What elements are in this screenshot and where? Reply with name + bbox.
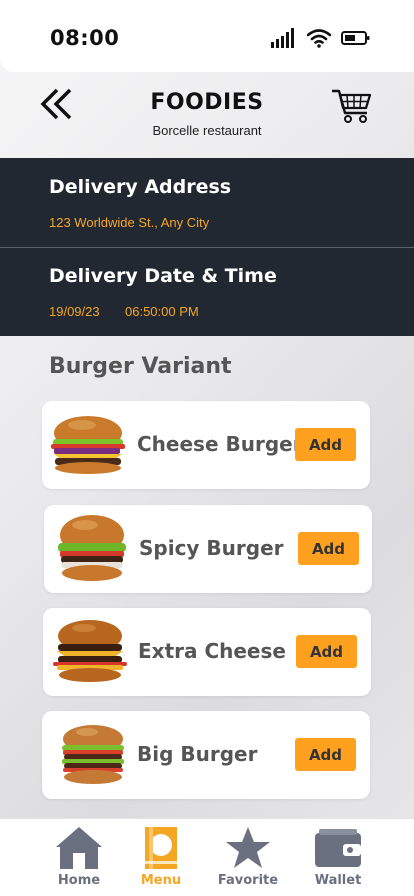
item-name: Spicy Burger <box>139 536 284 560</box>
tab-wallet[interactable]: Wallet <box>293 819 383 896</box>
big-burger-image <box>62 725 124 784</box>
home-icon <box>34 825 124 871</box>
cart-icon <box>332 89 372 123</box>
add-button[interactable]: Add <box>298 532 359 565</box>
status-time: 08:00 <box>50 26 120 50</box>
delivery-address-label: Delivery Address <box>49 176 232 198</box>
tab-wallet-label: Wallet <box>314 873 362 888</box>
item-name: Cheese Burger <box>137 432 303 456</box>
item-name: Extra Cheese <box>138 639 286 663</box>
cheese-burger-image <box>51 416 125 474</box>
delivery-address-panel[interactable]: Delivery Address 123 Worldwide St., Any … <box>0 158 414 247</box>
signal-icon <box>271 28 297 48</box>
tab-home-label: Home <box>57 873 101 888</box>
menu-item-cheese-burger[interactable]: Cheese Burger Add <box>42 401 370 489</box>
cart-button[interactable] <box>330 86 374 126</box>
tab-favorite-label: Favorite <box>217 873 279 888</box>
app-header: FOODIES Borcelle restaurant <box>0 72 414 158</box>
menu-item-spicy-burger[interactable]: Spicy Burger Add <box>44 505 372 593</box>
menu-item-extra-cheese[interactable]: Extra Cheese Add <box>43 608 371 696</box>
add-button[interactable]: Add <box>295 738 356 771</box>
tab-menu[interactable]: Menu <box>116 819 206 896</box>
delivery-address-value: 123 Worldwide St., Any City <box>49 215 210 230</box>
section-title: Burger Variant <box>49 354 232 379</box>
star-icon <box>203 825 293 871</box>
extra-cheese-burger-image <box>53 620 127 682</box>
battery-icon <box>341 30 371 46</box>
delivery-date-value: 19/09/23 <box>49 304 100 319</box>
delivery-time-value: 06:50:00 PM <box>125 304 199 319</box>
status-icons <box>271 28 371 48</box>
item-name: Big Burger <box>137 742 258 766</box>
delivery-datetime-label: Delivery Date & Time <box>49 265 277 287</box>
tab-favorite[interactable]: Favorite <box>203 819 293 896</box>
add-button[interactable]: Add <box>296 635 357 668</box>
wallet-icon <box>293 825 383 871</box>
status-bar: 08:00 <box>0 0 414 72</box>
tab-home[interactable]: Home <box>34 819 124 896</box>
menu-icon <box>116 825 206 871</box>
app-screen: 08:00 FOODIES Borcelle restaurant Delive… <box>0 0 414 896</box>
bottom-tab-bar: Home Menu Favorite Wallet <box>0 818 414 896</box>
wifi-icon <box>307 28 331 48</box>
add-button[interactable]: Add <box>295 428 356 461</box>
spicy-burger-image <box>58 515 126 581</box>
delivery-datetime-panel[interactable]: Delivery Date & Time 19/09/23 06:50:00 P… <box>0 248 414 336</box>
tab-menu-label: Menu <box>140 873 182 888</box>
menu-item-big-burger[interactable]: Big Burger Add <box>42 711 370 799</box>
